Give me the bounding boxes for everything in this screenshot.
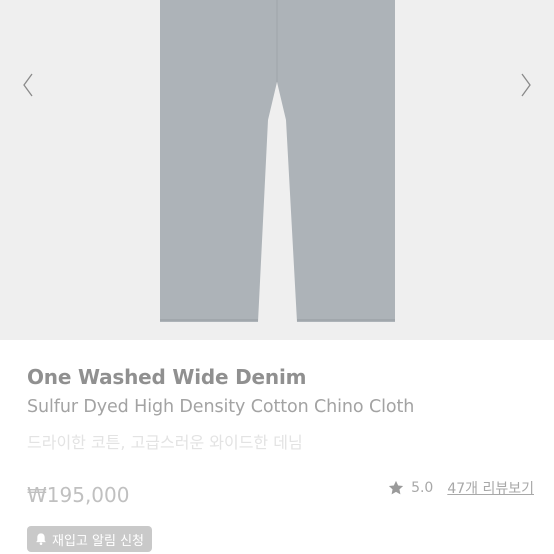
product-description: 드라이한 코튼, 고급스러운 와이드한 데님 [27,433,303,452]
chevron-left-icon [23,73,33,97]
product-title: One Washed Wide Denim [27,365,307,389]
reviews-link[interactable]: 47개 리뷰보기 [447,478,534,498]
product-subtitle: Sulfur Dyed High Density Cotton Chino Cl… [27,397,415,417]
chevron-right-icon [521,73,531,97]
pants-illustration [160,0,395,322]
restock-button-label: 재입고 알림 신청 [52,533,144,549]
previous-image-button[interactable] [18,70,38,100]
next-image-button[interactable] [516,70,536,100]
product-image [160,0,395,322]
bell-icon [36,533,46,545]
restock-alert-button[interactable]: 재입고 알림 신청 [27,526,152,552]
rating-value: 5.0 [411,480,434,496]
product-image-gallery[interactable] [0,0,554,340]
product-price: ₩195,000 [27,483,130,507]
rating-summary: 5.0 47개 리뷰보기 [387,478,534,498]
star-icon [388,480,404,495]
